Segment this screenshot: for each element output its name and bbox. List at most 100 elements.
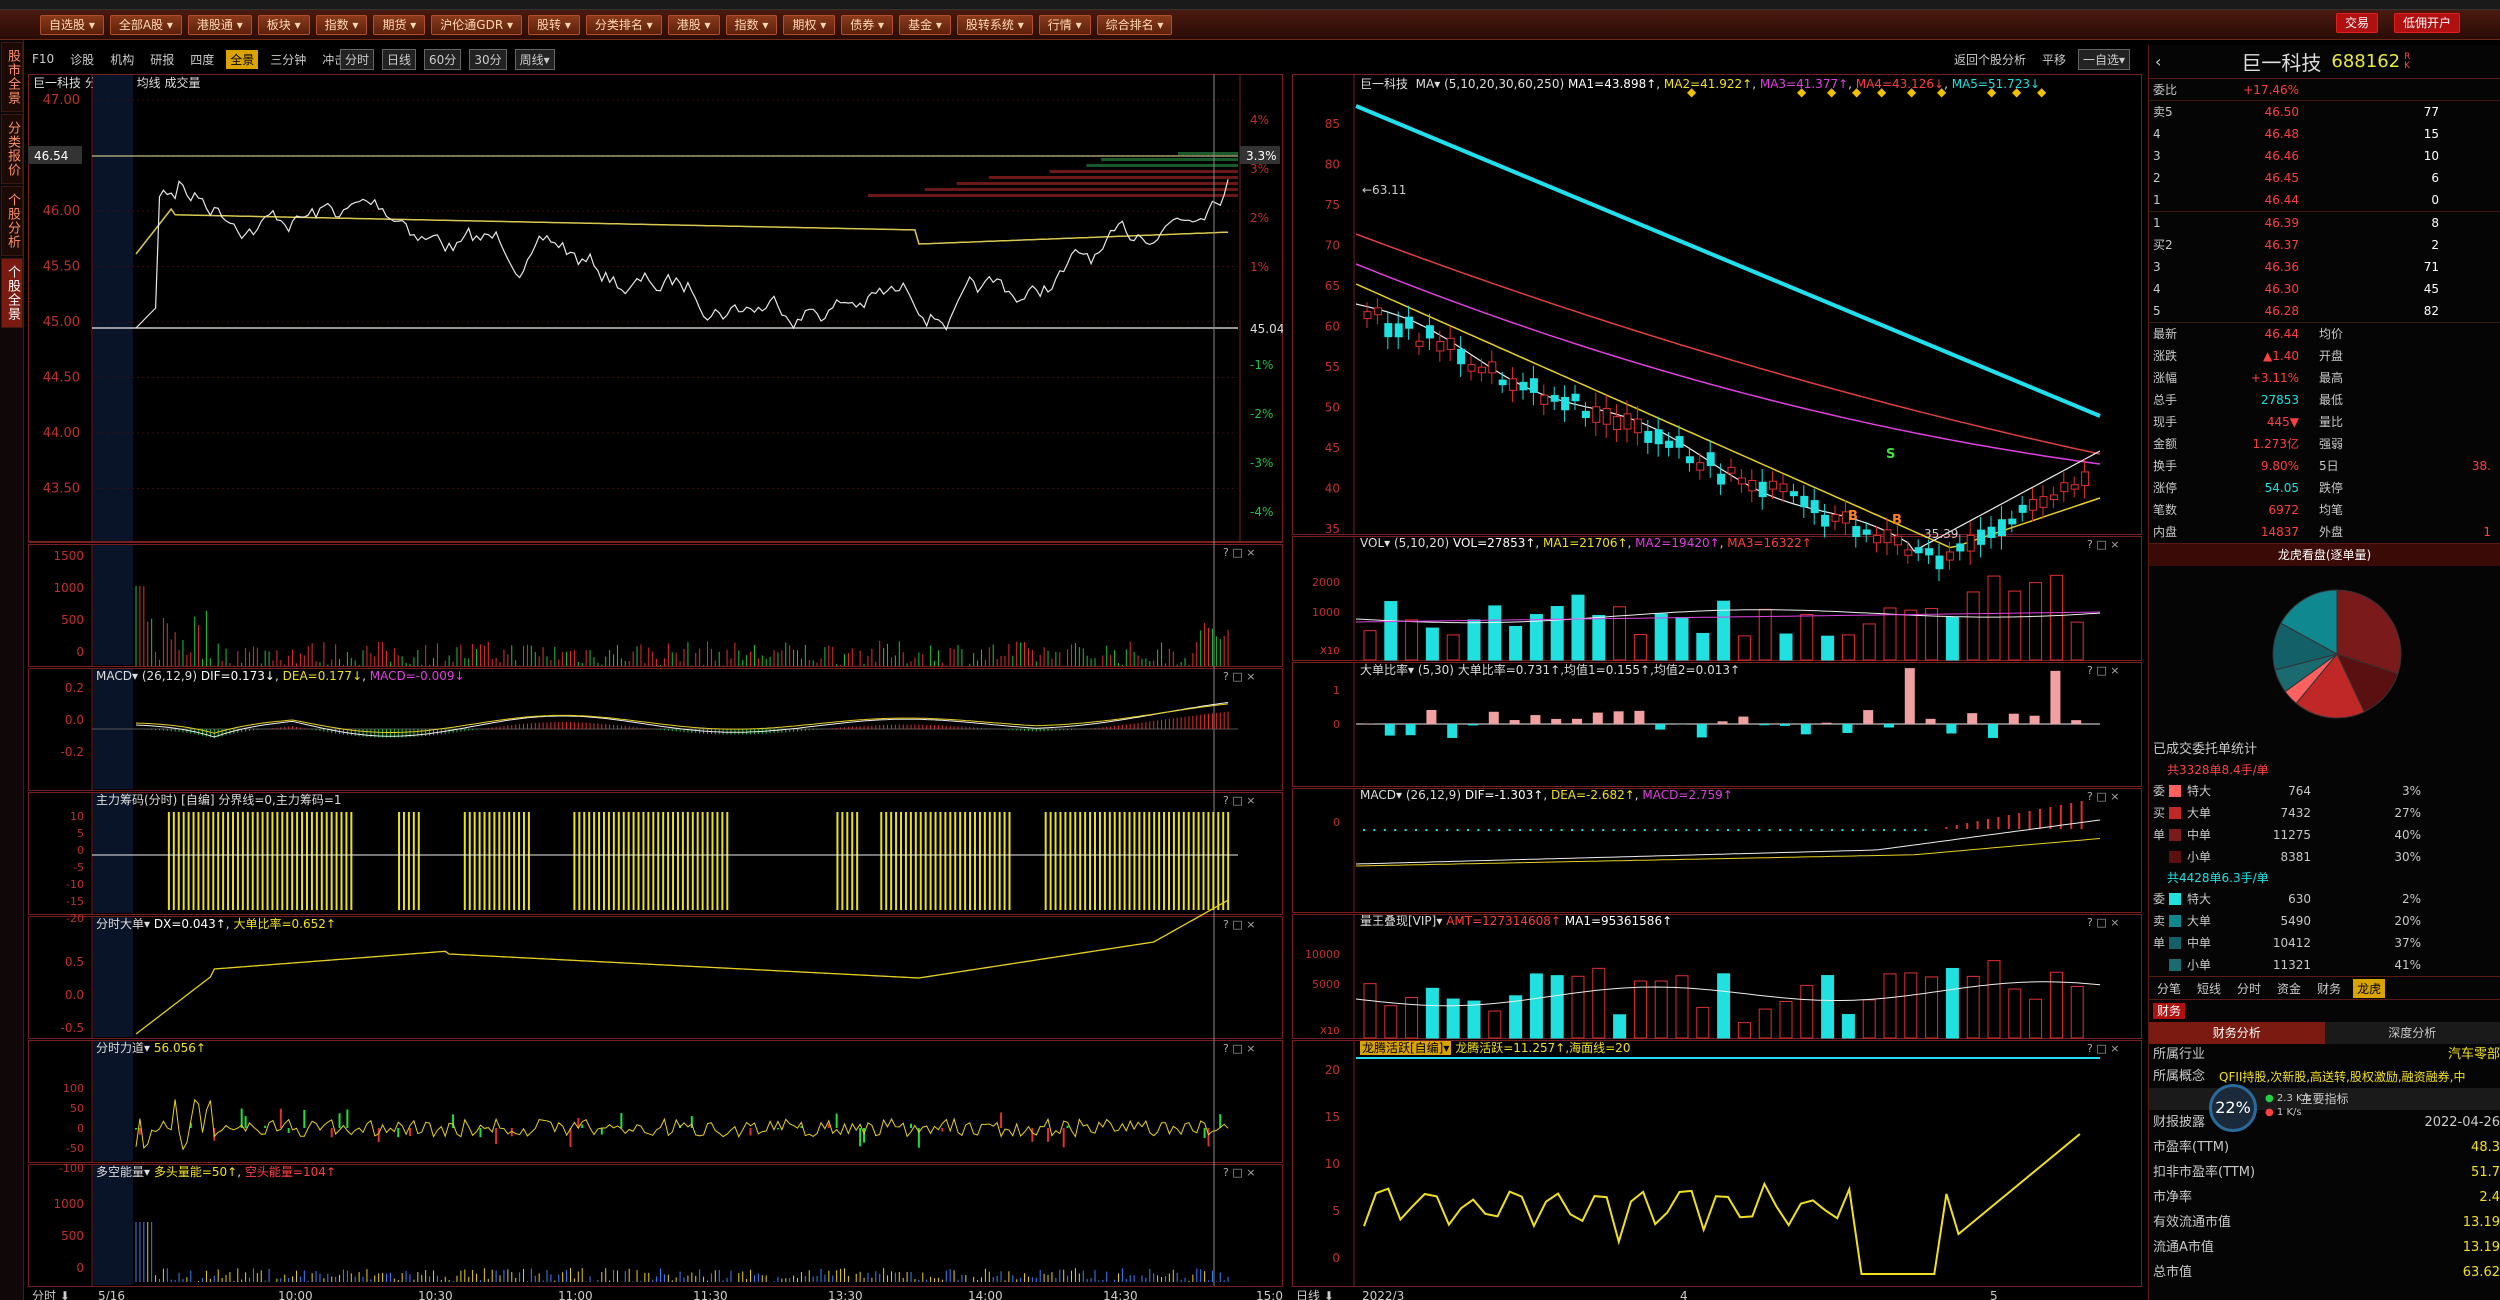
stat-value: 445▼ xyxy=(2266,415,2299,429)
toolbar-item-1[interactable]: 全部A股 ▾ xyxy=(109,14,182,35)
quote-tab-2[interactable]: 分时 xyxy=(2233,979,2265,998)
toolbar-item-3[interactable]: 板块 ▾ xyxy=(257,14,310,35)
toolbar-item-8[interactable]: 分类排名 ▾ xyxy=(585,14,662,35)
toolbar-item-14[interactable]: 股转系统 ▾ xyxy=(956,14,1033,35)
panel-controls-6[interactable]: ? □ × xyxy=(1223,1166,1255,1179)
kaxis-mode[interactable]: 日线 ⬇ xyxy=(1296,1289,1334,1300)
candle-body xyxy=(1789,491,1798,497)
klhb-label-0: 20 xyxy=(1325,1063,1340,1077)
kline-ylabel-10: 35 xyxy=(1325,522,1340,536)
kline-ylabel-5: 60 xyxy=(1325,320,1340,334)
quote-tab-5[interactable]: 龙虎 xyxy=(2353,978,2386,998)
kline-panel-controls-4[interactable]: ? □ × xyxy=(2087,916,2119,929)
stat-label: 现手 xyxy=(2153,415,2178,429)
toolbar-item-12[interactable]: 债券 ▾ xyxy=(841,14,894,35)
quote-tab-1[interactable]: 短线 xyxy=(2193,979,2225,998)
buy-row[interactable]: 4 46.30 45 xyxy=(2149,278,2500,300)
panel-controls-2[interactable]: ? □ × xyxy=(1223,670,1255,683)
quote-tab-4[interactable]: 财务 xyxy=(2313,979,2345,998)
candle-body xyxy=(1384,323,1393,338)
toolbar-item-5[interactable]: 期货 ▾ xyxy=(373,14,426,35)
order-type: 小单 xyxy=(2187,850,2212,864)
left-tab-4[interactable]: 四度 xyxy=(186,50,218,69)
left-tab-6[interactable]: 三分钟 xyxy=(266,50,310,69)
candle-body xyxy=(1758,481,1767,498)
panel-controls-3[interactable]: ? □ × xyxy=(1223,794,1255,807)
toolbar-item-6[interactable]: 沪伦通GDR ▾ xyxy=(431,14,522,35)
sell-price: 46.48 xyxy=(2264,127,2299,141)
sell-row[interactable]: 卖5 46.50 77 xyxy=(2149,101,2500,123)
vertical-tab-1[interactable]: 分类报价 xyxy=(1,114,23,184)
sell-row[interactable]: 2 46.45 6 xyxy=(2149,167,2500,189)
zl-label-4: -10 xyxy=(66,878,84,891)
order-row: 单 中单 11275 40% xyxy=(2149,824,2500,846)
net-speed-pct: 22% xyxy=(2215,1098,2251,1117)
vertical-tab-0[interactable]: 股市全景 xyxy=(1,42,23,112)
period-tab-2[interactable]: 60分 xyxy=(424,48,462,70)
toolbar-item-0[interactable]: 自选股 ▾ xyxy=(40,14,104,35)
kline-panel-controls-1[interactable]: ? □ × xyxy=(2087,538,2119,551)
toolbar-item-15[interactable]: 行情 ▾ xyxy=(1038,14,1091,35)
quote-tab-3[interactable]: 资金 xyxy=(2273,979,2305,998)
back-chevron-icon[interactable]: ‹ xyxy=(2155,52,2161,71)
order-pct: 41% xyxy=(2394,958,2421,972)
toolbar-item-16[interactable]: 综合排名 ▾ xyxy=(1096,14,1173,35)
panel-controls-5[interactable]: ? □ × xyxy=(1223,1042,1255,1055)
period-tab-0[interactable]: 分时 xyxy=(340,48,375,70)
zl-label-1: 5 xyxy=(77,827,84,840)
lhb-title: 龙虎看盘(逐单量) xyxy=(2149,544,2500,566)
deep-analysis-tab[interactable]: 深度分析 xyxy=(2324,1022,2500,1044)
sell-volume: 77 xyxy=(2423,105,2439,119)
toolbar-item-2[interactable]: 港股通 ▾ xyxy=(187,14,252,35)
candle-body xyxy=(1717,473,1726,485)
toolbar-right-button-0[interactable]: 交易 xyxy=(2335,13,2378,33)
vertical-tab-2[interactable]: 个股分析 xyxy=(1,186,23,256)
period-tab-3[interactable]: 30分 xyxy=(469,48,507,70)
buy-row[interactable]: 买2 46.37 2 xyxy=(2149,234,2500,256)
toolbar-item-9[interactable]: 港股 ▾ xyxy=(667,14,720,35)
left-tab-1[interactable]: 诊股 xyxy=(66,50,98,69)
kline-tab-1[interactable]: 平移 xyxy=(2038,50,2070,69)
sell-row[interactable]: 3 46.46 10 xyxy=(2149,145,2500,167)
kline-panel-controls-3[interactable]: ? □ × xyxy=(2087,790,2119,803)
toolbar-item-11[interactable]: 期权 ▾ xyxy=(783,14,836,35)
stat-label2: 均笔 xyxy=(2319,503,2344,517)
kdd-bar xyxy=(1426,709,1437,724)
kline-panel-controls-5[interactable]: ? □ × xyxy=(2087,1042,2119,1055)
sell-row[interactable]: 1 46.44 0 xyxy=(2149,189,2500,211)
buy-row[interactable]: 3 46.36 71 xyxy=(2149,256,2500,278)
signal-diamond-6: ◆ xyxy=(1937,85,1947,99)
toolbar-right-button-1[interactable]: 低佣开户 xyxy=(2393,13,2460,33)
fin-analysis-tab[interactable]: 财务分析 xyxy=(2149,1022,2325,1044)
buy-row[interactable]: 1 46.39 8 xyxy=(2149,212,2500,234)
base-price-label: 45.04 xyxy=(1250,322,1283,336)
period-tab-1[interactable]: 日线 xyxy=(382,48,417,70)
time-axis-mode[interactable]: 分时 ⬇ xyxy=(32,1289,70,1300)
kdd-bar xyxy=(1780,724,1790,726)
left-tab-0[interactable]: F10 xyxy=(28,51,58,67)
candle-body xyxy=(1571,393,1580,402)
kvol-bar xyxy=(2029,582,2043,661)
quote-tab-0[interactable]: 分笔 xyxy=(2153,979,2185,998)
period-tab-4[interactable]: 周线▾ xyxy=(514,48,555,70)
toolbar-item-13[interactable]: 基金 ▾ xyxy=(899,14,951,35)
toolbar-item-4[interactable]: 指数 ▾ xyxy=(315,14,368,35)
kline-panel-controls-2[interactable]: ? □ × xyxy=(2087,664,2119,677)
stat-value: ▲1.40 xyxy=(2263,349,2299,363)
panel-controls-1[interactable]: ? □ × xyxy=(1223,546,1255,559)
kvol-label-1: 1000 xyxy=(1312,606,1340,619)
toolbar-item-7[interactable]: 股转 ▾ xyxy=(528,14,580,35)
sell-row[interactable]: 4 46.48 15 xyxy=(2149,123,2500,145)
left-tab-2[interactable]: 机构 xyxy=(106,50,138,69)
kline-ylabel-1: 80 xyxy=(1325,158,1340,172)
kline-tab-2[interactable]: 一自选▾ xyxy=(2078,48,2131,70)
fin-tab[interactable]: 财务 xyxy=(2153,1003,2186,1019)
buy-row[interactable]: 5 46.28 82 xyxy=(2149,300,2500,322)
vertical-tab-3[interactable]: 个股全景 xyxy=(1,258,23,328)
net-speed-ball[interactable]: 22% xyxy=(2209,1084,2257,1132)
left-tab-3[interactable]: 研报 xyxy=(146,50,178,69)
kline-tab-0[interactable]: 返回个股分析 xyxy=(1950,50,2030,69)
panel-controls-4[interactable]: ? □ × xyxy=(1223,918,1255,931)
left-tab-5[interactable]: 全景 xyxy=(226,49,259,69)
toolbar-item-10[interactable]: 指数 ▾ xyxy=(725,14,778,35)
